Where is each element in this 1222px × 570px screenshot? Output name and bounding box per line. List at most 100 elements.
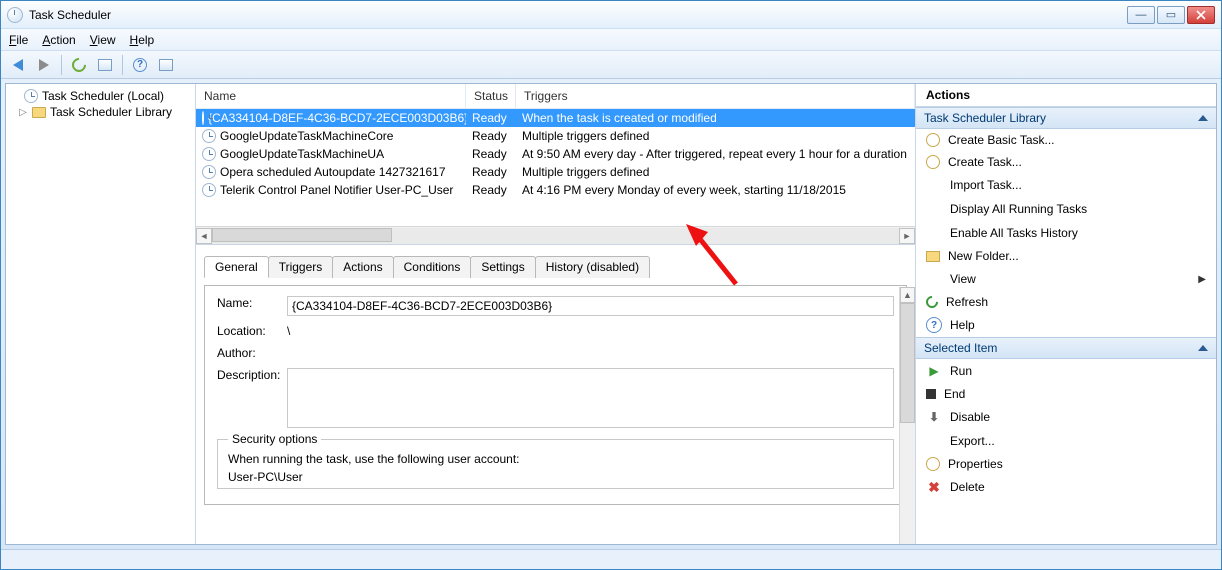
stop-icon — [926, 389, 936, 399]
action-label: Create Task... — [948, 155, 1022, 169]
detail-description-label: Description: — [217, 368, 287, 382]
action-end[interactable]: End — [916, 383, 1216, 405]
action-label: Import Task... — [950, 178, 1022, 192]
task-trigger: At 9:50 AM every day - After triggered, … — [516, 146, 915, 162]
generic-icon — [926, 433, 942, 449]
action-label: Help — [950, 318, 975, 332]
action-properties[interactable]: Properties — [916, 453, 1216, 475]
action-label: Refresh — [946, 295, 988, 309]
action-create-task[interactable]: Create Task... — [916, 151, 1216, 173]
action-run[interactable]: ▶Run — [916, 359, 1216, 383]
clock-icon — [202, 165, 216, 179]
detail-location-label: Location: — [217, 324, 287, 338]
col-triggers[interactable]: Triggers — [516, 84, 915, 108]
help-icon: ? — [133, 58, 147, 72]
menu-view[interactable]: View — [90, 33, 116, 47]
play-icon: ▶ — [926, 363, 942, 379]
task-row[interactable]: Opera scheduled Autoupdate 1427321617 Rea… — [196, 163, 915, 181]
titlebar[interactable]: Task Scheduler — ▭ — [1, 1, 1221, 29]
help-toolbar-button[interactable]: ? — [129, 54, 151, 76]
tree-root[interactable]: Task Scheduler (Local) — [8, 88, 193, 104]
panes-toggle-button[interactable] — [155, 54, 177, 76]
details-pane: General Triggers Actions Conditions Sett… — [196, 244, 915, 544]
action-delete[interactable]: ✖Delete — [916, 475, 1216, 499]
tab-triggers[interactable]: Triggers — [268, 256, 334, 278]
task-trigger: At 4:16 PM every Monday of every week, s… — [516, 182, 915, 198]
horizontal-scrollbar[interactable]: ◄ ► — [196, 226, 915, 244]
action-label: Export... — [950, 434, 995, 448]
folder-icon — [926, 251, 940, 262]
app-window: Task Scheduler — ▭ File Action View Help… — [0, 0, 1222, 570]
action-label: Enable All Tasks History — [950, 226, 1078, 240]
detail-name-field[interactable] — [287, 296, 894, 316]
clock-icon — [926, 133, 940, 147]
tab-general[interactable]: General — [204, 256, 269, 278]
scroll-up-button[interactable]: ▲ — [900, 287, 915, 303]
col-name[interactable]: Name — [196, 84, 466, 108]
chevron-up-icon — [1198, 345, 1208, 351]
clock-icon — [926, 155, 940, 169]
tree-library[interactable]: ▷ Task Scheduler Library — [8, 104, 193, 120]
action-disable[interactable]: ⬇Disable — [916, 405, 1216, 429]
refresh-icon — [69, 55, 89, 75]
col-status[interactable]: Status — [466, 84, 516, 108]
action-new-folder[interactable]: New Folder... — [916, 245, 1216, 267]
tree-pane: Task Scheduler (Local) ▷ Task Scheduler … — [6, 84, 196, 544]
task-trigger: Multiple triggers defined — [516, 164, 915, 180]
action-label: Create Basic Task... — [948, 133, 1055, 147]
tab-settings[interactable]: Settings — [470, 256, 535, 278]
task-row[interactable]: Telerik Control Panel Notifier User-PC_U… — [196, 181, 915, 199]
window-title: Task Scheduler — [29, 8, 1127, 22]
vertical-scrollbar[interactable]: ▲ — [899, 287, 915, 544]
action-view[interactable]: View▶ — [916, 267, 1216, 291]
refresh-toolbar-button[interactable] — [68, 54, 90, 76]
action-refresh[interactable]: Refresh — [916, 291, 1216, 313]
tree-library-label: Task Scheduler Library — [50, 105, 172, 119]
generic-icon — [926, 201, 942, 217]
menubar: File Action View Help — [1, 29, 1221, 51]
generic-icon — [926, 271, 942, 287]
task-row[interactable]: GoogleUpdateTaskMachineUAReadyAt 9:50 AM… — [196, 145, 915, 163]
close-button[interactable] — [1187, 6, 1215, 24]
action-help[interactable]: ?Help — [916, 313, 1216, 337]
tab-strip: General Triggers Actions Conditions Sett… — [204, 255, 907, 277]
maximize-button[interactable]: ▭ — [1157, 6, 1185, 24]
tab-actions[interactable]: Actions — [332, 256, 393, 278]
properties-toolbar-button[interactable] — [94, 54, 116, 76]
tab-conditions[interactable]: Conditions — [393, 256, 472, 278]
tab-history[interactable]: History (disabled) — [535, 256, 650, 278]
task-status: Ready — [466, 164, 516, 180]
menu-file[interactable]: File — [9, 33, 28, 47]
separator — [122, 55, 123, 75]
expand-icon[interactable]: ▷ — [18, 107, 28, 118]
action-label: Delete — [950, 480, 985, 494]
actions-title: Actions — [916, 84, 1216, 107]
security-options-group: Security options When running the task, … — [217, 439, 894, 489]
task-name: {CA334104-D8EF-4C36-BCD7-2ECE003D03B6} — [208, 111, 466, 125]
section-library[interactable]: Task Scheduler Library — [916, 107, 1216, 129]
scroll-right-button[interactable]: ► — [899, 228, 915, 244]
menu-action[interactable]: Action — [42, 33, 75, 47]
task-name: Opera scheduled Autoupdate 1427321617 — [220, 165, 446, 179]
arrow-left-icon — [13, 59, 23, 71]
action-display-all-running-tasks[interactable]: Display All Running Tasks — [916, 197, 1216, 221]
action-import-task[interactable]: Import Task... — [916, 173, 1216, 197]
scroll-thumb[interactable] — [212, 228, 392, 242]
vscroll-thumb[interactable] — [900, 303, 915, 423]
forward-button[interactable] — [33, 54, 55, 76]
statusbar — [1, 549, 1221, 569]
task-status: Ready — [466, 128, 516, 144]
action-create-basic-task[interactable]: Create Basic Task... — [916, 129, 1216, 151]
minimize-button[interactable]: — — [1127, 6, 1155, 24]
task-row[interactable]: GoogleUpdateTaskMachineCoreReadyMultiple… — [196, 127, 915, 145]
scroll-left-button[interactable]: ◄ — [196, 228, 212, 244]
task-status: Ready — [466, 146, 516, 162]
back-button[interactable] — [7, 54, 29, 76]
menu-help[interactable]: Help — [130, 33, 155, 47]
action-export[interactable]: Export... — [916, 429, 1216, 453]
action-label: Display All Running Tasks — [950, 202, 1087, 216]
detail-description-field[interactable] — [287, 368, 894, 428]
section-selected-item[interactable]: Selected Item — [916, 337, 1216, 359]
task-row[interactable]: {CA334104-D8EF-4C36-BCD7-2ECE003D03B6}Re… — [196, 109, 915, 127]
action-enable-all-tasks-history[interactable]: Enable All Tasks History — [916, 221, 1216, 245]
